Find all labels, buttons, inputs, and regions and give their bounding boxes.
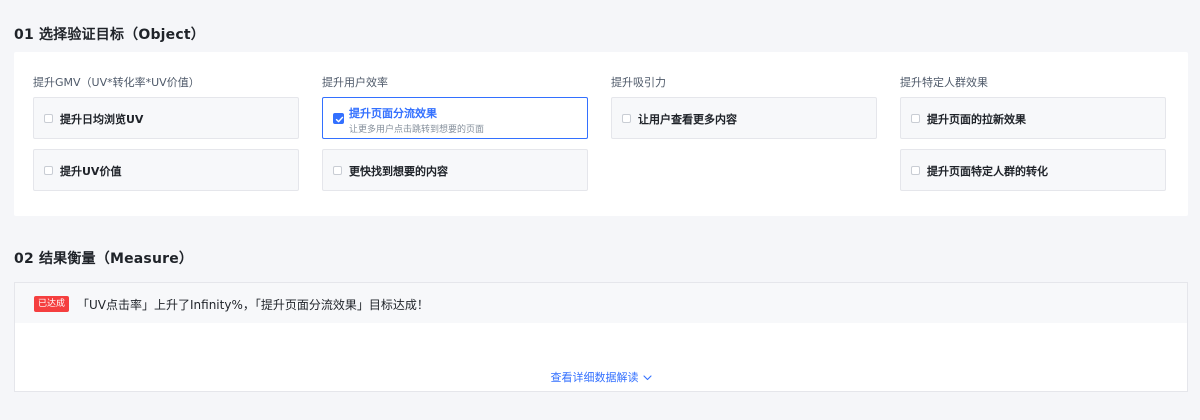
option-page-diversion[interactable]: 提升页面分流效果 让更多用户点击跳转到想要的页面 <box>322 97 588 139</box>
option-label: 提升页面的拉新效果 <box>927 113 1026 126</box>
checkbox[interactable] <box>622 114 631 123</box>
option-find-content[interactable]: 更快找到想要的内容 <box>322 149 588 191</box>
option-label: 提升页面特定人群的转化 <box>927 165 1048 178</box>
object-panel: 提升GMV（UV*转化率*UV价值） 提升日均浏览UV 提升UV价值 提升用户效… <box>14 52 1188 216</box>
option-label: 提升日均浏览UV <box>60 113 144 126</box>
status-badge: 已达成 <box>34 296 70 312</box>
goal-group-label: 提升吸引力 <box>611 76 666 89</box>
measure-panel: 已达成 「UV点击率」上升了Infinity%，「提升页面分流效果」目标达成！ … <box>14 282 1188 392</box>
result-text: 「UV点击率」上升了Infinity%，「提升页面分流效果」目标达成！ <box>77 298 429 312</box>
detail-link-label: 查看详细数据解读 <box>550 371 639 384</box>
measure-section-title: 02 结果衡量（Measure） <box>14 251 194 267</box>
option-daily-uv[interactable]: 提升日均浏览UV <box>33 97 299 139</box>
checkbox[interactable] <box>44 166 53 175</box>
checkbox[interactable] <box>911 166 920 175</box>
goal-group-label: 提升用户效率 <box>322 76 388 89</box>
option-description: 让更多用户点击跳转到想要的页面 <box>349 125 485 135</box>
option-label: 提升页面分流效果 <box>349 107 437 120</box>
checkbox-checked[interactable] <box>333 113 344 124</box>
checkbox[interactable] <box>911 114 920 123</box>
checkbox[interactable] <box>333 166 342 175</box>
object-section-title: 01 选择验证目标（Object） <box>14 27 205 43</box>
option-new-users[interactable]: 提升页面的拉新效果 <box>900 97 1166 139</box>
goal-group-label: 提升GMV（UV*转化率*UV价值） <box>33 76 200 89</box>
option-label: 让用户查看更多内容 <box>638 113 737 126</box>
option-label: 提升UV价值 <box>60 165 122 178</box>
result-banner: 已达成 「UV点击率」上升了Infinity%，「提升页面分流效果」目标达成！ <box>15 283 1187 323</box>
option-uv-value[interactable]: 提升UV价值 <box>33 149 299 191</box>
detail-link[interactable]: 查看详细数据解读 <box>15 369 1187 385</box>
option-audience-conversion[interactable]: 提升页面特定人群的转化 <box>900 149 1166 191</box>
option-view-more[interactable]: 让用户查看更多内容 <box>611 97 877 139</box>
option-label: 更快找到想要的内容 <box>349 165 448 178</box>
chevron-down-icon <box>642 375 652 381</box>
check-icon <box>335 116 344 123</box>
checkbox[interactable] <box>44 114 53 123</box>
goal-group-label: 提升特定人群效果 <box>900 76 988 89</box>
